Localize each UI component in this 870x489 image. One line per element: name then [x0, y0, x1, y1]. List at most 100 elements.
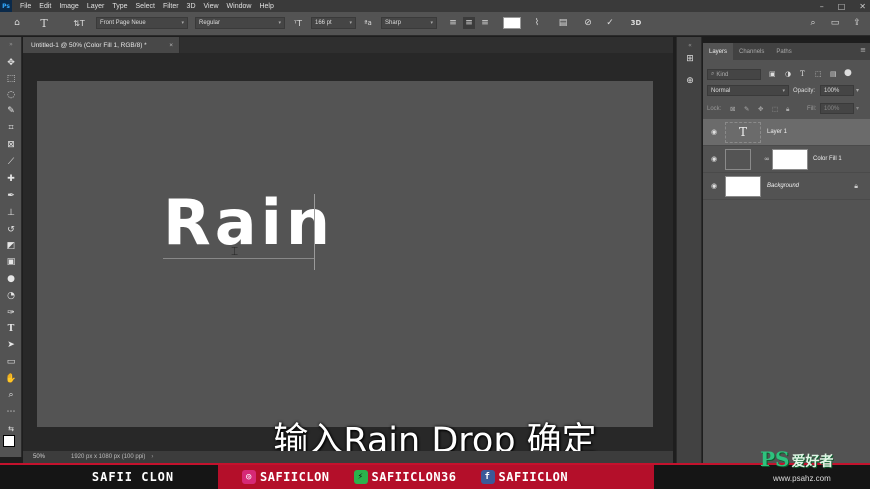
- lasso-tool-icon[interactable]: ◌: [5, 89, 17, 101]
- visibility-eye-icon[interactable]: ◉: [709, 128, 719, 136]
- text-color-swatch[interactable]: [503, 17, 521, 29]
- status-menu-arrow[interactable]: ›: [151, 454, 153, 460]
- menu-view[interactable]: View: [200, 3, 223, 10]
- close-tab-icon[interactable]: ×: [169, 42, 173, 49]
- text-orientation-icon[interactable]: ⇅T: [72, 17, 86, 29]
- character-panel-icon[interactable]: ▤: [557, 17, 569, 29]
- share-icon[interactable]: ⇪: [851, 17, 863, 29]
- filter-toggle-icon[interactable]: ●: [844, 68, 852, 78]
- commit-edit-icon[interactable]: ✓: [604, 17, 616, 29]
- type-tool-preset-icon[interactable]: T: [37, 17, 51, 30]
- filter-pixel-icon[interactable]: ▣: [769, 70, 776, 78]
- align-right-icon[interactable]: ≡: [479, 17, 491, 29]
- align-left-icon[interactable]: ≡: [447, 17, 459, 29]
- gradient-tool-icon[interactable]: ▣: [5, 256, 17, 268]
- tab-layers[interactable]: Layers: [703, 43, 734, 60]
- opacity-chevron-icon[interactable]: ▾: [856, 87, 859, 94]
- lock-position-icon[interactable]: ✥: [758, 105, 763, 113]
- filter-type-icon[interactable]: T: [800, 70, 805, 78]
- type-tool-icon[interactable]: T: [5, 323, 17, 335]
- document-canvas[interactable]: [37, 81, 653, 427]
- menu-image[interactable]: Image: [55, 3, 82, 10]
- filter-shape-icon[interactable]: ⬚: [815, 70, 822, 78]
- lock-pixels-icon[interactable]: ✎: [744, 105, 749, 113]
- frame-tool-icon[interactable]: ⊠: [5, 139, 17, 151]
- opacity-field[interactable]: 100%: [820, 85, 854, 96]
- menu-select[interactable]: Select: [132, 3, 159, 10]
- tab-channels[interactable]: Channels: [733, 43, 770, 60]
- eyedropper-tool-icon[interactable]: ⟋: [5, 156, 17, 168]
- panel-menu-icon[interactable]: ≡: [860, 46, 866, 54]
- adjustments-icon[interactable]: ⊕: [684, 75, 696, 87]
- social-instagram: ◎ SAFIICLON: [242, 470, 330, 484]
- menu-layer[interactable]: Layer: [83, 3, 109, 10]
- document-tab[interactable]: Untitled-1 @ 50% (Color Fill 1, RGB/8) *…: [23, 37, 180, 53]
- lock-all-icon[interactable]: 🔒︎: [786, 105, 789, 114]
- libraries-icon[interactable]: ⊞: [684, 53, 696, 65]
- 3d-icon[interactable]: 3D: [629, 17, 643, 29]
- visibility-eye-icon[interactable]: ◉: [709, 182, 719, 190]
- collapse-panels-icon[interactable]: «: [684, 39, 696, 51]
- menu-window[interactable]: Window: [223, 3, 256, 10]
- menu-file[interactable]: File: [16, 3, 35, 10]
- photoshop-logo[interactable]: Ps: [0, 0, 12, 12]
- filter-smart-object-icon[interactable]: ▤: [830, 70, 837, 78]
- menu-3d[interactable]: 3D: [183, 3, 200, 10]
- font-family-dropdown[interactable]: Front Page Neue ▾: [96, 17, 188, 29]
- path-selection-tool-icon[interactable]: ➤: [5, 339, 17, 351]
- home-icon[interactable]: ⌂: [10, 17, 24, 29]
- blend-mode-dropdown[interactable]: Normal ▾: [707, 85, 789, 96]
- blur-tool-icon[interactable]: ●: [5, 273, 17, 285]
- zoom-tool-icon[interactable]: ⌕: [5, 389, 17, 401]
- dodge-tool-icon[interactable]: ◔: [5, 290, 17, 302]
- history-brush-tool-icon[interactable]: ↺: [5, 224, 17, 236]
- pen-tool-icon[interactable]: ✑: [5, 307, 17, 319]
- menu-edit[interactable]: Edit: [35, 3, 55, 10]
- layer-name[interactable]: Color Fill 1: [813, 156, 842, 162]
- layer-filter-kind[interactable]: ⌕ Kind: [707, 69, 761, 80]
- fill-field[interactable]: 100%: [820, 103, 854, 114]
- antialias-dropdown[interactable]: Sharp ▾: [381, 17, 437, 29]
- workspace-icon[interactable]: ▭: [829, 17, 841, 29]
- lock-transparent-icon[interactable]: ⊠: [730, 105, 735, 113]
- search-icon[interactable]: ⌕: [807, 17, 819, 29]
- brush-tool-icon[interactable]: ✒: [5, 190, 17, 202]
- more-tools-icon[interactable]: ⋯: [5, 406, 17, 418]
- font-size-dropdown[interactable]: 166 pt ▾: [311, 17, 356, 29]
- minimize-button[interactable]: –: [820, 2, 824, 11]
- warp-text-icon[interactable]: ⌇: [531, 17, 543, 29]
- foreground-color-swatch[interactable]: [3, 435, 15, 447]
- tab-paths[interactable]: Paths: [770, 43, 797, 60]
- close-button[interactable]: ✕: [859, 2, 866, 11]
- lock-artboard-icon[interactable]: ⬚: [772, 105, 778, 113]
- layer-row-layer-1[interactable]: ◉ T Layer 1: [703, 119, 870, 146]
- healing-brush-tool-icon[interactable]: ✚: [5, 173, 17, 185]
- social-facebook: f SAFIICLON: [480, 470, 569, 484]
- align-center-icon[interactable]: ≡: [463, 17, 475, 29]
- font-style-dropdown[interactable]: Regular ▾: [195, 17, 285, 29]
- filter-adjustment-icon[interactable]: ◑: [785, 70, 791, 78]
- quick-select-tool-icon[interactable]: ✎: [5, 105, 17, 117]
- zoom-level[interactable]: 50%: [23, 454, 71, 460]
- fill-chevron-icon[interactable]: ▾: [856, 105, 859, 112]
- layer-row-color-fill-1[interactable]: ◉ ∞ Color Fill 1: [703, 146, 870, 173]
- move-tool-icon[interactable]: ✥: [5, 57, 17, 69]
- clone-stamp-tool-icon[interactable]: ⊥: [5, 207, 17, 219]
- hand-tool-icon[interactable]: ✋: [5, 373, 17, 385]
- canvas-text-layer[interactable]: Rain: [163, 186, 334, 260]
- menu-type[interactable]: Type: [108, 3, 131, 10]
- panel-collapse-icon[interactable]: »: [5, 38, 17, 50]
- swap-colors-icon[interactable]: ⇆: [5, 423, 17, 435]
- maximize-button[interactable]: □: [838, 2, 846, 11]
- visibility-eye-icon[interactable]: ◉: [709, 155, 719, 163]
- marquee-tool-icon[interactable]: ⬚: [5, 73, 17, 85]
- layer-row-background[interactable]: ◉ Background 🔒︎: [703, 173, 870, 200]
- rectangle-tool-icon[interactable]: ▭: [5, 356, 17, 368]
- cancel-edit-icon[interactable]: ⊘: [582, 17, 594, 29]
- layer-name[interactable]: Background: [767, 183, 799, 189]
- crop-tool-icon[interactable]: ⌗: [5, 122, 17, 134]
- eraser-tool-icon[interactable]: ◩: [5, 240, 17, 252]
- menu-help[interactable]: Help: [255, 3, 277, 10]
- menu-filter[interactable]: Filter: [159, 3, 183, 10]
- layer-name[interactable]: Layer 1: [767, 129, 787, 135]
